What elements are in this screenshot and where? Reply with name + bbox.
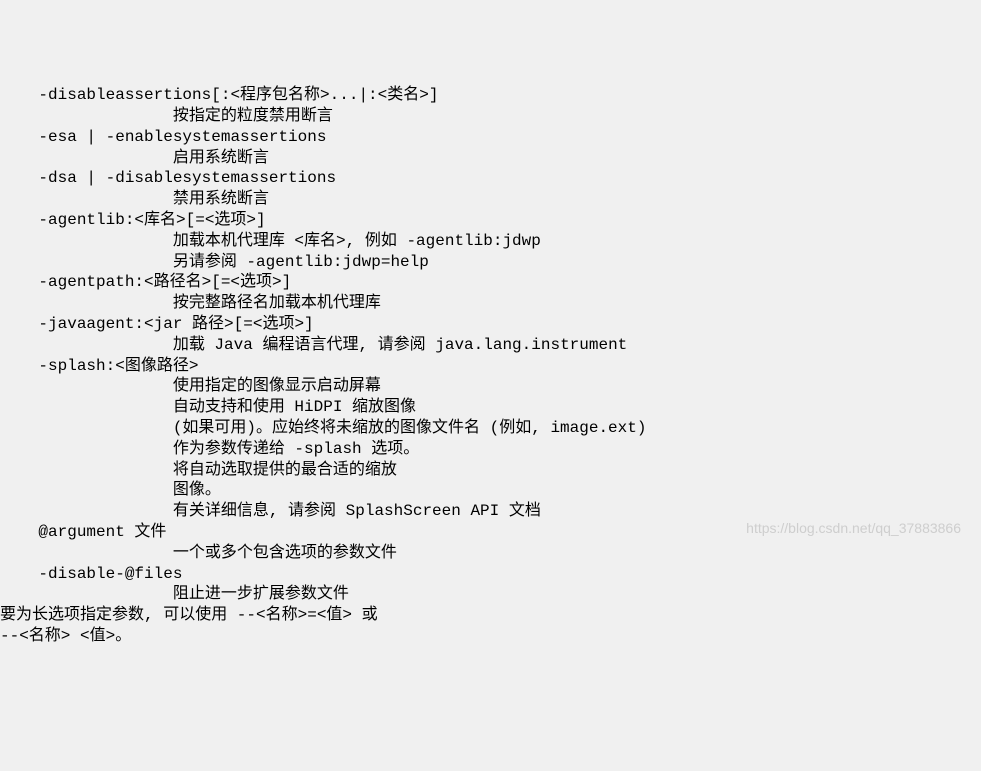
watermark-text: https://blog.csdn.net/qq_37883866 [746,519,961,537]
output-line: 使用指定的图像显示启动屏幕 [0,376,981,397]
output-line: 将自动选取提供的最合适的缩放 [0,460,981,481]
output-line: 自动支持和使用 HiDPI 缩放图像 [0,397,981,418]
output-line: 按指定的粒度禁用断言 [0,106,981,127]
output-line: -disableassertions[:<程序包名称>...|:<类名>] [0,85,981,106]
output-line: -agentpath:<路径名>[=<选项>] [0,272,981,293]
output-line: 加载本机代理库 <库名>, 例如 -agentlib:jdwp [0,231,981,252]
output-line: -esa | -enablesystemassertions [0,127,981,148]
output-line: 作为参数传递给 -splash 选项。 [0,439,981,460]
output-line: -disable-@files [0,564,981,585]
output-line: (如果可用)。应始终将未缩放的图像文件名 (例如, image.ext) [0,418,981,439]
output-line: -javaagent:<jar 路径>[=<选项>] [0,314,981,335]
output-line: 加载 Java 编程语言代理, 请参阅 java.lang.instrument [0,335,981,356]
output-line: 禁用系统断言 [0,189,981,210]
output-line: 要为长选项指定参数, 可以使用 --<名称>=<值> 或 [0,605,981,626]
output-line: 图像。 [0,480,981,501]
output-line: --<名称> <值>。 [0,626,981,647]
output-line: 另请参阅 -agentlib:jdwp=help [0,252,981,273]
output-line: 阻止进一步扩展参数文件 [0,584,981,605]
output-line: -splash:<图像路径> [0,356,981,377]
output-line: -agentlib:<库名>[=<选项>] [0,210,981,231]
output-line: 一个或多个包含选项的参数文件 [0,543,981,564]
terminal-output: -disableassertions[:<程序包名称>...|:<类名>] 按指… [0,85,981,647]
output-line: 按完整路径名加载本机代理库 [0,293,981,314]
output-line: 启用系统断言 [0,148,981,169]
output-line: -dsa | -disablesystemassertions [0,168,981,189]
